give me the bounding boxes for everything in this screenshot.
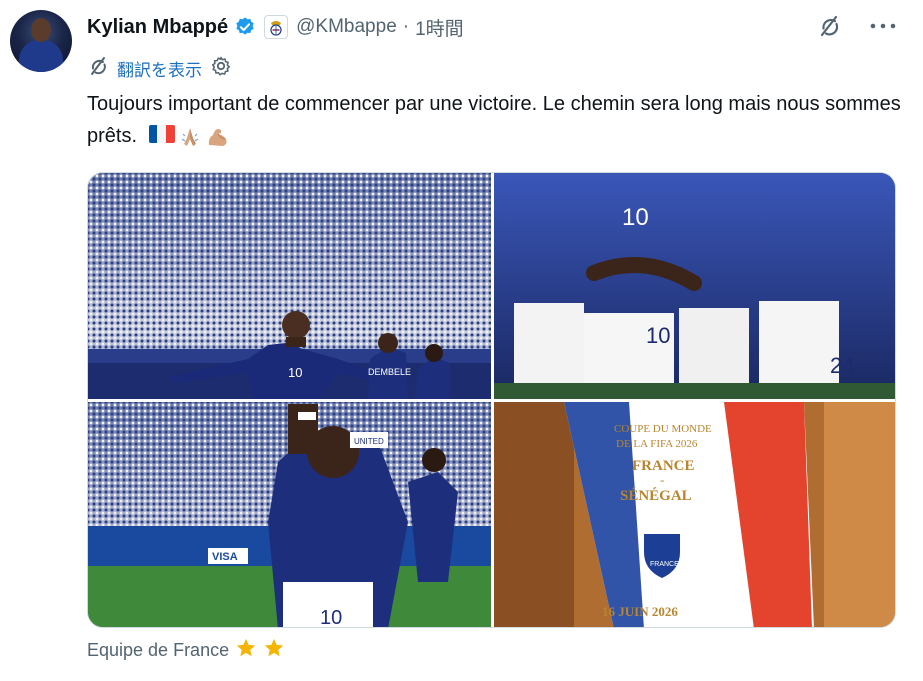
media-caption: Equipe de France [87, 636, 285, 664]
star-emoji-2 [263, 637, 285, 664]
photo-celebration-scene: 10 DEMBELE [88, 311, 491, 399]
jersey-number-10: 10 [288, 365, 302, 380]
photo-pennant[interactable]: COUPE DU MONDE DE LA FIFA 2026 FRANCE - … [494, 402, 895, 627]
translate-row: 翻訳を表示 [87, 54, 232, 82]
tweet-actions-top [815, 12, 897, 40]
ad-board-visa: VISA [212, 551, 238, 563]
pennant-dash: - [660, 472, 664, 487]
tweet-text: Toujours important de commencer par une … [87, 88, 907, 152]
real-madrid-crest-icon[interactable] [264, 15, 289, 39]
star-emoji-1 [235, 637, 257, 664]
jersey-name-dembele: DEMBELE [368, 367, 411, 377]
media-grid: 10 DEMBELE 10 10 24 VISA UNITED 10 COUPE… [87, 172, 896, 628]
pennant-line2: DE LA FIFA 2026 [616, 438, 698, 450]
timestamp[interactable]: 1時間 [415, 14, 464, 41]
gear-icon[interactable] [210, 55, 232, 82]
avatar-jersey [19, 40, 63, 72]
separator-dot: · [402, 16, 410, 37]
captain-armband: UNITED [354, 437, 384, 446]
flexed-biceps-emoji [205, 125, 231, 149]
emoji-row [148, 124, 231, 149]
pennant-team2: SÉNÉGAL [620, 487, 692, 504]
author-name[interactable]: Kylian Mbappé [87, 16, 228, 39]
photo-captain-scene: VISA UNITED 10 [88, 404, 491, 628]
author-handle[interactable]: @KMbappe [296, 16, 397, 38]
france-flag-emoji [148, 124, 175, 143]
tweet-header: Kylian Mbappé @KMbappe · 1時間 [87, 12, 464, 42]
translate-icon[interactable] [87, 55, 109, 82]
photo-captain[interactable]: VISA UNITED 10 [88, 402, 491, 628]
photo-team-huddle-scene: 10 10 24 [494, 173, 895, 399]
verified-badge-icon[interactable] [234, 16, 256, 38]
shorts-number-10: 10 [320, 607, 342, 628]
jersey-number-10-a: 10 [622, 204, 649, 231]
pennant-line1: COUPE DU MONDE [614, 423, 712, 435]
photo-celebration[interactable]: 10 DEMBELE [88, 173, 491, 399]
more-icon[interactable] [869, 12, 897, 40]
caption-text[interactable]: Equipe de France [87, 640, 229, 661]
crest-label: FRANCE [650, 561, 679, 568]
jersey-number-24: 24 [830, 353, 854, 378]
grok-icon[interactable] [815, 12, 843, 40]
jersey-number-10-b: 10 [646, 323, 670, 348]
pennant-date: 16 JUIN 2026 [602, 604, 678, 619]
avatar[interactable] [10, 10, 72, 72]
translate-link[interactable]: 翻訳を表示 [117, 56, 202, 81]
folded-hands-emoji [178, 125, 202, 149]
photo-team-huddle[interactable]: 10 10 24 [494, 173, 895, 399]
avatar-face [31, 18, 51, 42]
photo-pennant-scene: COUPE DU MONDE DE LA FIFA 2026 FRANCE - … [494, 402, 895, 627]
